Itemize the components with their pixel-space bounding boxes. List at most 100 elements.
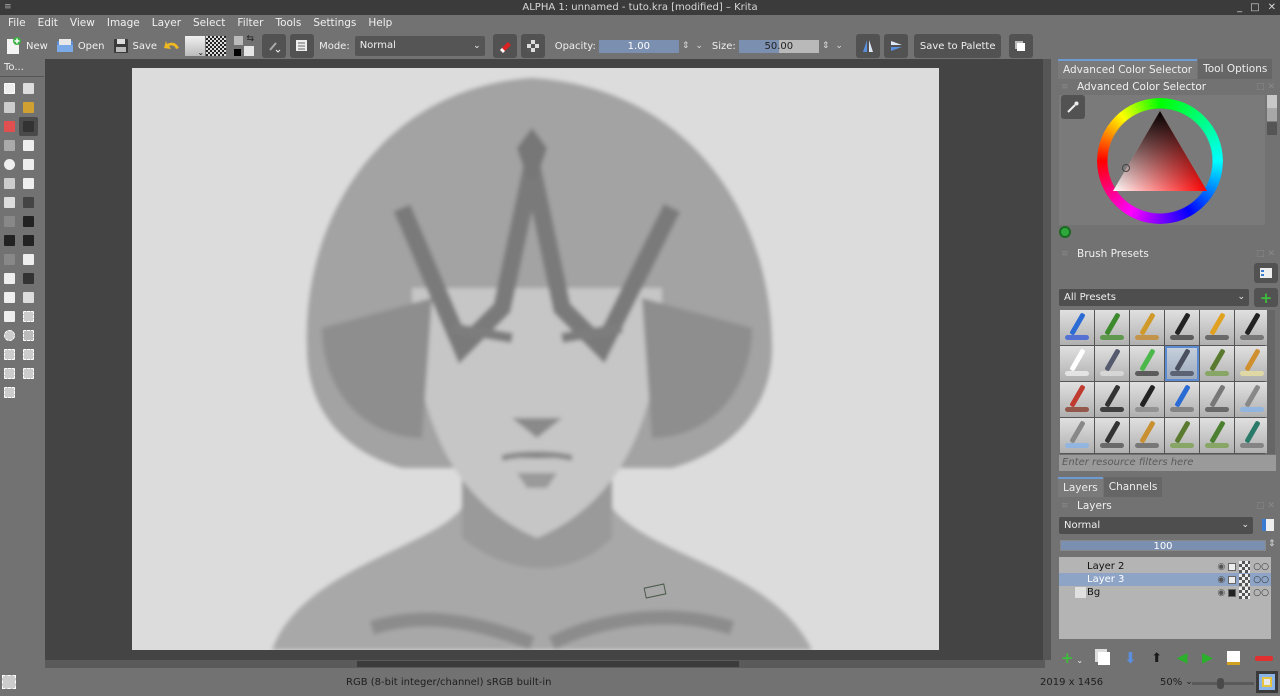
- color-history-strip[interactable]: [1267, 95, 1277, 135]
- text-tool-icon[interactable]: [19, 79, 38, 98]
- calligraphy-icon[interactable]: [19, 98, 38, 117]
- rectangle-tool-icon[interactable]: [19, 136, 38, 155]
- preset-tag-select[interactable]: All Presets ⌄: [1059, 289, 1249, 306]
- horizontal-scrollbar[interactable]: [45, 660, 1045, 668]
- brush-preset-item[interactable]: [1095, 418, 1129, 453]
- preset-view-mode-button[interactable]: [1254, 263, 1278, 283]
- bezier-select-icon[interactable]: [19, 364, 38, 383]
- layer-row[interactable]: Layer 2 ◉ ○○: [1059, 560, 1271, 573]
- resource-filter-input[interactable]: Enter resource filters here: [1059, 455, 1276, 471]
- size-slider[interactable]: 50.00: [738, 39, 819, 53]
- move-layer-down-button[interactable]: ⬇: [1124, 649, 1137, 667]
- measure-icon[interactable]: [0, 250, 19, 269]
- menu-filter[interactable]: Filter: [231, 15, 269, 32]
- perspective-grid-icon[interactable]: [19, 288, 38, 307]
- workspace-chooser-button[interactable]: [1009, 34, 1034, 58]
- gradient-icon[interactable]: [19, 269, 38, 288]
- add-layer-button[interactable]: + ⌄: [1061, 649, 1083, 667]
- minimize-button[interactable]: _: [1237, 0, 1242, 15]
- zoom-slider[interactable]: [1192, 678, 1254, 689]
- similar-select-icon[interactable]: [0, 364, 19, 383]
- brush-preset-item[interactable]: [1200, 310, 1234, 345]
- grid-icon[interactable]: [0, 307, 19, 326]
- collapse-icon[interactable]: ≡: [1061, 79, 1069, 95]
- layer-left-button[interactable]: ◀: [1177, 650, 1188, 666]
- brush-preset-item[interactable]: [1060, 418, 1094, 453]
- window-menu-icon[interactable]: ≡: [4, 0, 12, 15]
- brush-preset-item[interactable]: [1235, 418, 1269, 453]
- size-spin-icon[interactable]: ⇕: [822, 41, 830, 51]
- open-button[interactable]: Open: [52, 35, 109, 57]
- default-colors-icon[interactable]: [234, 49, 242, 56]
- layer-blend-mode-select[interactable]: Normal ⌄: [1059, 517, 1253, 534]
- brush-preset-item[interactable]: [1130, 418, 1164, 453]
- visibility-eye-icon[interactable]: ◉: [1217, 588, 1225, 598]
- menu-edit[interactable]: Edit: [32, 15, 64, 32]
- maximize-button[interactable]: □: [1250, 0, 1259, 15]
- fill-icon[interactable]: [19, 250, 38, 269]
- scrollbar-thumb[interactable]: [357, 661, 739, 667]
- opacity-slider[interactable]: 1.00: [598, 39, 679, 53]
- brush-presets-button[interactable]: [290, 34, 315, 58]
- alpha-lock-icon[interactable]: ○○: [1253, 575, 1269, 585]
- menu-select[interactable]: Select: [187, 15, 231, 32]
- polygon-select-icon[interactable]: [19, 326, 38, 345]
- blend-mode-select[interactable]: Normal ⌄: [354, 36, 485, 56]
- tab-channels[interactable]: Channels: [1103, 477, 1163, 497]
- menu-help[interactable]: Help: [362, 15, 398, 32]
- refresh-color-icon[interactable]: [1059, 226, 1071, 238]
- menu-file[interactable]: File: [2, 15, 32, 32]
- brush-preset-item[interactable]: [1200, 382, 1234, 417]
- size-dropdown-icon[interactable]: ⌄: [835, 41, 843, 51]
- close-button[interactable]: ✕: [1268, 0, 1276, 15]
- brush-settings-button[interactable]: [262, 34, 287, 58]
- assistant-icon[interactable]: [0, 288, 19, 307]
- preset-scrollbar[interactable]: [1267, 310, 1275, 454]
- background-color[interactable]: [244, 46, 255, 56]
- vertical-scrollbar[interactable]: [1043, 59, 1051, 660]
- brush-preset-item[interactable]: [1060, 310, 1094, 345]
- zoom-slider-handle[interactable]: [1216, 678, 1224, 689]
- lock-icon[interactable]: [1228, 588, 1237, 597]
- save-to-palette-button[interactable]: Save to Palette: [913, 34, 1002, 58]
- hue-ring-triangle[interactable]: [1097, 98, 1223, 224]
- brush-preset-item[interactable]: [1060, 382, 1094, 417]
- menu-image[interactable]: Image: [101, 15, 146, 32]
- mirror-vertical-button[interactable]: [883, 34, 908, 58]
- visibility-eye-icon[interactable]: ◉: [1217, 562, 1225, 572]
- line-tool-icon[interactable]: [0, 136, 19, 155]
- brush-preset-item[interactable]: [1130, 382, 1164, 417]
- brush-preset-item[interactable]: [1095, 310, 1129, 345]
- eraser-mode-button[interactable]: [492, 34, 517, 58]
- brush-preset-item[interactable]: [1165, 310, 1199, 345]
- brush-preset-item[interactable]: [1165, 346, 1199, 381]
- layer-row[interactable]: Layer 3 ◉ ○○: [1059, 573, 1271, 586]
- opacity-dropdown-icon[interactable]: ⌄: [695, 41, 703, 51]
- outline-select-icon[interactable]: [0, 345, 19, 364]
- polyline-tool-icon[interactable]: [0, 174, 19, 193]
- menu-tools[interactable]: Tools: [269, 15, 307, 32]
- tab-advanced-color-selector[interactable]: Advanced Color Selector: [1058, 59, 1198, 79]
- gradient-selector[interactable]: ⌄: [185, 36, 206, 57]
- swap-colors-icon[interactable]: ⇆: [247, 34, 255, 44]
- tab-layers[interactable]: Layers: [1058, 477, 1103, 497]
- move-layer-up-button[interactable]: ⬆: [1151, 651, 1162, 666]
- alpha-inherit-icon[interactable]: [1239, 573, 1251, 586]
- brush-preset-item[interactable]: [1060, 346, 1094, 381]
- pattern-selector[interactable]: [206, 36, 227, 56]
- rect-select-icon[interactable]: [19, 307, 38, 326]
- unlock-icon[interactable]: [1228, 562, 1237, 571]
- brush-preset-item[interactable]: [1165, 418, 1199, 453]
- brush-preset-item[interactable]: [1200, 346, 1234, 381]
- ellipse-tool-icon[interactable]: [0, 155, 19, 174]
- alpha-inherit-icon[interactable]: [1239, 560, 1251, 573]
- color-selector[interactable]: [1059, 95, 1277, 225]
- undo-button[interactable]: [161, 35, 183, 57]
- float-close-icons[interactable]: □ ✕: [1256, 246, 1275, 262]
- freehand-brush-icon[interactable]: [19, 117, 38, 136]
- contiguous-select-icon[interactable]: [19, 345, 38, 364]
- zoom-select[interactable]: 50% ⌄: [1160, 677, 1193, 688]
- brush-preset-item[interactable]: [1235, 346, 1269, 381]
- opacity-spin-icon[interactable]: ⇕: [682, 41, 690, 51]
- menu-settings[interactable]: Settings: [307, 15, 362, 32]
